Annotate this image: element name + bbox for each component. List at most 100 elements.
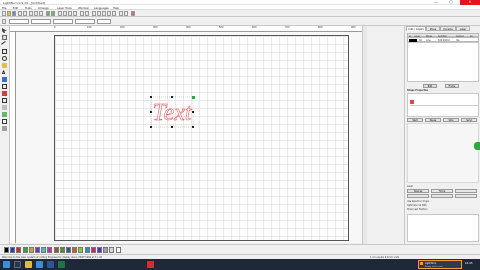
send-button[interactable]: Send xyxy=(461,118,477,122)
color-swatch[interactable] xyxy=(59,246,65,253)
color-swatch[interactable] xyxy=(28,246,34,253)
color-swatch[interactable] xyxy=(78,246,84,253)
align-bottom-icon[interactable] xyxy=(112,11,116,16)
lightburn-taskbar-icon[interactable] xyxy=(147,261,154,268)
color-swatch[interactable] xyxy=(22,246,28,253)
rectangle-tool-icon[interactable] xyxy=(2,49,7,54)
devices-button[interactable]: Devices xyxy=(407,189,429,193)
x-position-field[interactable] xyxy=(9,19,29,24)
menu-edit[interactable]: Edit xyxy=(13,6,18,10)
mirror-v-icon[interactable] xyxy=(124,11,128,16)
word-icon[interactable] xyxy=(47,261,54,268)
new-file-icon[interactable] xyxy=(2,11,6,16)
color-swatch[interactable] xyxy=(66,246,71,253)
menu-window[interactable]: Window xyxy=(78,6,89,10)
polygon-tool-icon[interactable] xyxy=(2,63,7,68)
menu-laser-tools[interactable]: Laser Tools xyxy=(57,6,72,10)
stop-button[interactable]: Stop xyxy=(443,118,459,122)
boolean-subtract-icon[interactable] xyxy=(2,126,7,131)
color-swatch[interactable] xyxy=(97,246,102,253)
align-top-icon[interactable] xyxy=(107,11,111,16)
color-swatch[interactable] xyxy=(41,246,47,253)
zoom-out-icon[interactable] xyxy=(63,11,67,16)
settings-icon[interactable] xyxy=(131,11,135,16)
checkbox-show-last-position[interactable]: Show Last Position xyxy=(407,208,427,211)
save-icon[interactable] xyxy=(12,11,16,16)
align-right-icon[interactable] xyxy=(102,11,106,16)
color-swatch[interactable] xyxy=(10,246,16,253)
color-swatch[interactable] xyxy=(72,246,78,253)
pause-button-2[interactable] xyxy=(431,194,453,198)
color-swatch[interactable] xyxy=(4,246,9,253)
bed-page[interactable] xyxy=(54,35,349,241)
position-laser-icon[interactable] xyxy=(2,77,7,82)
color-swatch[interactable] xyxy=(53,246,59,253)
excel-icon[interactable] xyxy=(58,261,65,268)
boolean-union-icon[interactable] xyxy=(2,119,7,124)
group-icon[interactable] xyxy=(80,11,84,16)
import-icon[interactable] xyxy=(18,11,22,16)
notification-toast[interactable]: Light Burn Ready to be used xyxy=(418,260,462,269)
delete-icon[interactable] xyxy=(2,91,7,96)
tab-move[interactable]: Move xyxy=(426,26,440,31)
zoom-in-icon[interactable] xyxy=(58,11,62,16)
ellipse-tool-icon[interactable] xyxy=(2,56,7,61)
edit-layer-button[interactable]: Edit xyxy=(423,84,437,88)
select-tool-icon[interactable] xyxy=(2,28,7,33)
menu-file[interactable]: File xyxy=(2,6,7,10)
zoom-fit-icon[interactable] xyxy=(68,11,72,16)
ungroup-icon[interactable] xyxy=(85,11,89,16)
undo-icon[interactable] xyxy=(46,11,50,16)
color-swatch[interactable] xyxy=(16,246,22,253)
checkbox-optimize-cut-path[interactable]: Optimize Cut Path xyxy=(407,204,427,207)
stop-button-2[interactable] xyxy=(455,194,477,198)
menu-help[interactable]: Help xyxy=(113,6,119,10)
align-left-icon[interactable] xyxy=(92,11,96,16)
go-to-origin-button[interactable] xyxy=(455,189,477,193)
menu-arrange[interactable]: Arrange xyxy=(38,6,49,10)
rotate-field[interactable] xyxy=(97,19,111,24)
pause-button[interactable]: Pause xyxy=(425,118,441,122)
explorer-icon[interactable] xyxy=(25,261,32,268)
copy-icon[interactable] xyxy=(34,11,38,16)
edit-nodes-icon[interactable] xyxy=(2,35,7,40)
tab-cuts-layers[interactable]: Cuts / Layers xyxy=(406,26,426,31)
color-swatch[interactable] xyxy=(90,246,96,253)
text-tool-icon[interactable]: A xyxy=(2,70,7,75)
canvas-area[interactable]: Text xyxy=(16,32,362,243)
lock-icon[interactable] xyxy=(2,19,6,24)
tab-console[interactable]: Console xyxy=(440,26,456,31)
color-swatch[interactable] xyxy=(35,246,40,253)
mirror-h-icon[interactable] xyxy=(119,11,123,16)
start-button-2[interactable] xyxy=(407,194,429,198)
export-icon[interactable] xyxy=(23,11,27,16)
open-file-icon[interactable] xyxy=(7,11,11,16)
cut-icon[interactable] xyxy=(29,11,33,16)
browser-icon[interactable] xyxy=(36,261,43,268)
width-field[interactable] xyxy=(53,19,73,24)
menu-languages[interactable]: Languages xyxy=(94,6,109,10)
align-center-icon[interactable] xyxy=(97,11,101,16)
frame-button[interactable]: Frame xyxy=(445,84,459,88)
offset-tool-icon[interactable] xyxy=(2,105,7,110)
color-swatch[interactable] xyxy=(109,246,115,253)
search-icon[interactable] xyxy=(14,261,21,268)
start-icon[interactable] xyxy=(3,261,10,268)
tab-laser[interactable]: Laser xyxy=(456,26,470,31)
text-object[interactable]: Text xyxy=(147,92,197,132)
grid-array-icon[interactable] xyxy=(2,98,7,103)
redo-icon[interactable] xyxy=(51,11,55,16)
measure-tool-icon[interactable] xyxy=(2,84,7,89)
checkbox-use-selection-origin[interactable]: Use Selection Origin xyxy=(407,200,429,203)
height-field[interactable] xyxy=(75,19,95,24)
side-panel-handle[interactable] xyxy=(474,142,480,150)
line-tool-icon[interactable] xyxy=(1,41,8,48)
color-swatch[interactable] xyxy=(47,246,53,253)
y-position-field[interactable] xyxy=(31,19,51,24)
paste-icon[interactable] xyxy=(39,11,43,16)
weld-icon[interactable] xyxy=(2,112,7,117)
pan-icon[interactable] xyxy=(73,11,77,16)
color-swatch[interactable] xyxy=(115,246,121,253)
color-swatch[interactable] xyxy=(84,246,90,253)
add-button[interactable]: Start xyxy=(407,118,423,122)
